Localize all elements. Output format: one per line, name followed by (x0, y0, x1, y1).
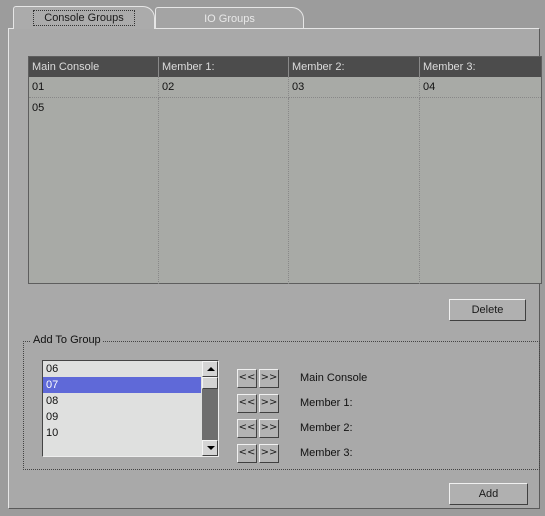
add-button[interactable]: Add (449, 483, 528, 505)
list-item[interactable]: 10 (43, 425, 201, 441)
column-header-member-1[interactable]: Member 1: (159, 57, 289, 77)
available-consoles-list[interactable]: 06 07 08 09 10 (42, 360, 219, 457)
column-header-main-console[interactable]: Main Console (29, 57, 159, 77)
move-right-member-3-button[interactable]: >> (259, 444, 279, 463)
list-item[interactable]: 08 (43, 393, 201, 409)
target-label-member-3: Member 3: (300, 447, 353, 459)
console-groups-table[interactable]: Main Console Member 1: Member 2: Member … (28, 56, 542, 284)
table-cell[interactable]: 01 (29, 77, 159, 98)
table-cell[interactable]: 02 (159, 77, 289, 98)
tab-console-groups-label: Console Groups (33, 10, 135, 26)
table-cell[interactable]: 04 (420, 77, 541, 98)
target-label-member-2: Member 2: (300, 422, 353, 434)
add-to-group-title: Add To Group (31, 332, 103, 348)
move-left-member-1-button[interactable]: << (237, 394, 257, 413)
scroll-thumb[interactable] (202, 377, 218, 389)
table-row[interactable]: 01 02 03 04 (29, 77, 541, 98)
list-item-selected[interactable]: 07 (43, 377, 201, 393)
column-header-member-3[interactable]: Member 3: (420, 57, 541, 77)
tab-io-groups-label: IO Groups (204, 13, 255, 25)
move-right-main-console-button[interactable]: >> (259, 369, 279, 388)
move-right-member-2-button[interactable]: >> (259, 419, 279, 438)
target-label-member-1: Member 1: (300, 397, 353, 409)
table-cell[interactable]: 05 (29, 98, 159, 284)
scroll-down-icon (207, 446, 215, 450)
table-header: Main Console Member 1: Member 2: Member … (29, 57, 541, 77)
move-right-member-1-button[interactable]: >> (259, 394, 279, 413)
table-cell[interactable] (420, 98, 541, 284)
list-scrollbar[interactable] (202, 361, 218, 456)
delete-button[interactable]: Delete (449, 299, 526, 321)
column-header-member-2[interactable]: Member 2: (289, 57, 420, 77)
scroll-up-button[interactable] (202, 361, 218, 377)
tab-console-groups[interactable]: Console Groups (13, 6, 155, 29)
move-left-member-2-button[interactable]: << (237, 419, 257, 438)
scroll-up-icon (207, 367, 215, 371)
move-left-member-3-button[interactable]: << (237, 444, 257, 463)
table-cell[interactable]: 03 (289, 77, 420, 98)
tab-io-groups[interactable]: IO Groups (155, 7, 304, 30)
table-row[interactable]: 05 (29, 98, 541, 284)
target-label-main-console: Main Console (300, 372, 368, 384)
list-item[interactable]: 09 (43, 409, 201, 425)
list-item[interactable]: 06 (43, 361, 201, 377)
scroll-down-button[interactable] (202, 440, 218, 456)
move-left-main-console-button[interactable]: << (237, 369, 257, 388)
table-cell[interactable] (159, 98, 289, 284)
table-cell[interactable] (289, 98, 420, 284)
